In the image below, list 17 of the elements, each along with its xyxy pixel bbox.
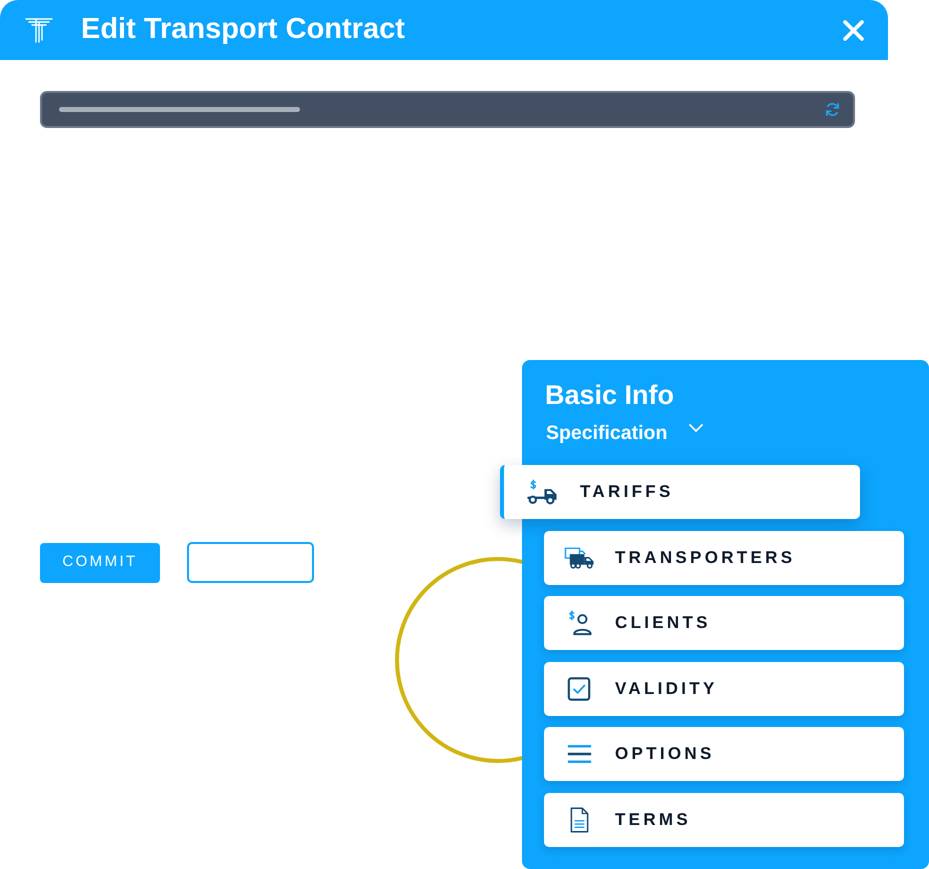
menu-item[interactable]: TARIFFS [500,465,860,519]
close-button[interactable] [843,20,864,40]
outlined-button[interactable] [187,542,314,583]
panel-title: Basic Info [545,380,676,411]
logo-icon [25,17,53,43]
truck-icon [564,544,595,570]
truck-dollar-icon [527,479,558,505]
chevron-down-icon[interactable] [689,424,704,432]
menu-item[interactable]: TERMS [544,792,904,846]
menu-item[interactable]: CLIENTS [544,596,904,650]
menu-item[interactable]: TRANSPORTERS [544,530,904,584]
menu-item[interactable]: VALIDITY [544,662,904,716]
close-icon [843,20,864,40]
menu-item[interactable]: OPTIONS [544,727,904,781]
window-title: Edit Transport Contract [81,14,405,46]
refresh-icon[interactable] [825,102,840,117]
input-field[interactable] [40,91,855,128]
